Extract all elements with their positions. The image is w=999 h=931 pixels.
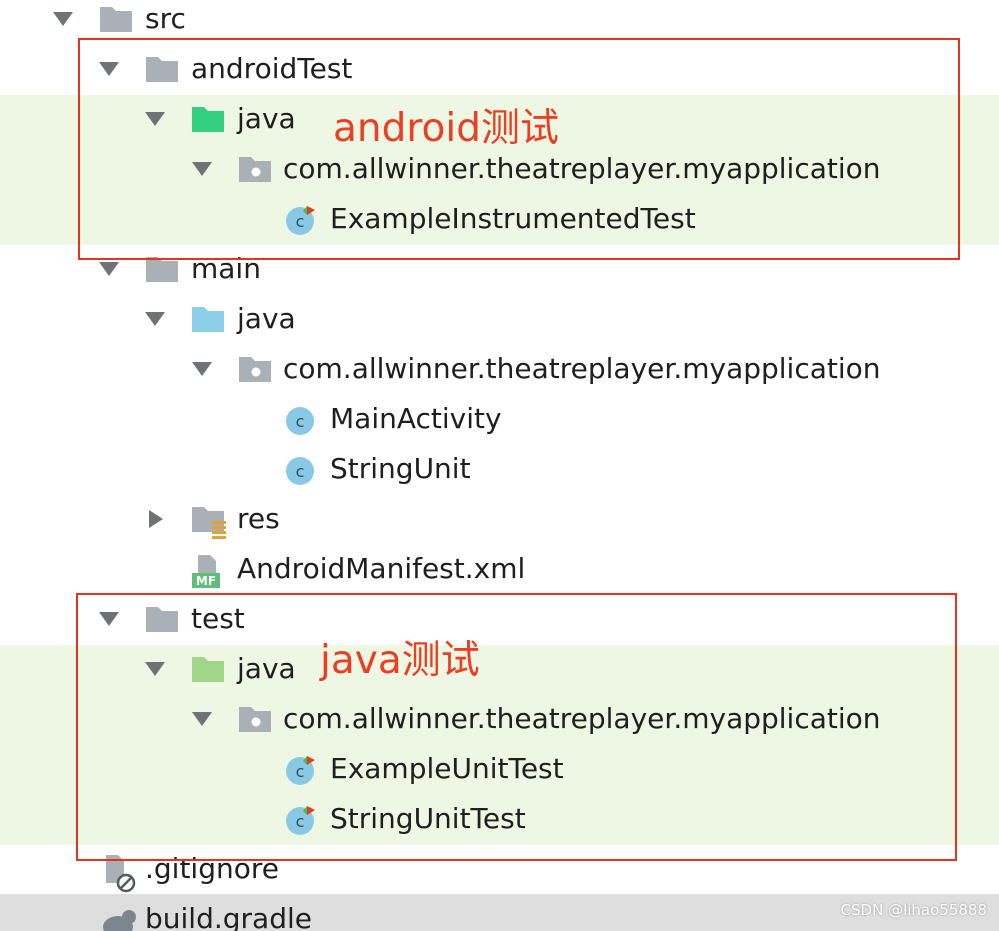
tree-row-label: java: [237, 302, 296, 335]
tree-row-label: AndroidManifest.xml: [237, 552, 526, 585]
javatest-annotation-text: java测试: [320, 638, 480, 683]
tree-row-label: build.gradle: [145, 902, 312, 931]
tree-row-label: MainActivity: [330, 402, 502, 435]
androidtest-annotation-text: android测试: [333, 106, 560, 151]
project-tree: src androidTest java com.allwinner.theat…: [0, 0, 999, 931]
gradle-elephant-icon: [98, 903, 136, 931]
csdn-watermark: CSDN @lihao55888: [840, 901, 987, 919]
expand-arrow-icon[interactable]: [142, 306, 168, 332]
tree-row-package[interactable]: com.allwinner.theatreplayer.myapplicatio…: [0, 344, 999, 394]
svg-text:c: c: [296, 462, 305, 481]
test-annotation-frame: [76, 593, 957, 861]
package-folder-icon: [237, 353, 273, 385]
svg-text:c: c: [296, 412, 305, 431]
tree-row-label: StringUnit: [330, 452, 471, 485]
svg-text:MF: MF: [196, 574, 216, 588]
class-icon: c: [283, 403, 319, 435]
manifest-file-icon: MF: [190, 553, 226, 588]
collapsed-arrow-icon[interactable]: [142, 506, 168, 532]
tree-row-androidmanifest[interactable]: MF AndroidManifest.xml: [0, 544, 999, 594]
tree-row-label: com.allwinner.theatreplayer.myapplicatio…: [283, 352, 881, 385]
tree-row-main-java[interactable]: java: [0, 294, 999, 344]
class-icon: c: [283, 453, 319, 485]
resource-folder-icon: [190, 503, 226, 539]
folder-icon: [98, 3, 134, 35]
expand-arrow-icon[interactable]: [189, 356, 215, 382]
tree-row-stringunit[interactable]: c StringUnit: [0, 444, 999, 494]
expand-arrow-icon[interactable]: [50, 6, 76, 32]
tree-row-mainactivity[interactable]: c MainActivity: [0, 394, 999, 444]
tree-row-label: res: [237, 502, 280, 535]
tree-row-res[interactable]: res: [0, 494, 999, 544]
source-folder-icon: [190, 303, 226, 335]
